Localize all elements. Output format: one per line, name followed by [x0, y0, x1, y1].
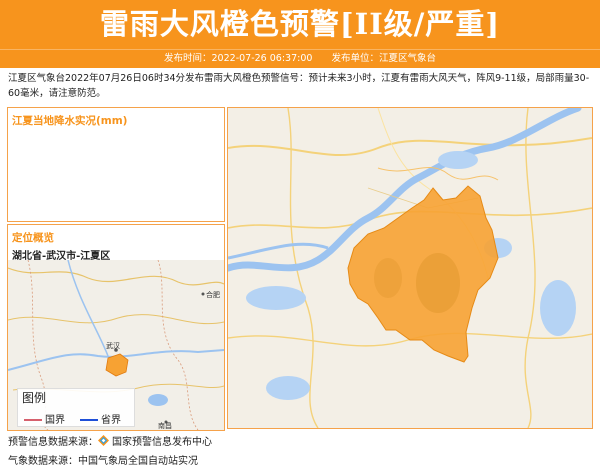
map-label-hefei: 合肥: [206, 290, 220, 299]
rain-panel-title: 江夏当地降水实况(mm): [12, 115, 128, 127]
legend-item-national-border: 国界: [24, 411, 65, 426]
legend-item-provincial-border: 省界: [80, 411, 121, 426]
district-map[interactable]: [228, 108, 592, 428]
warning-banner: 雷雨大风橙色预警[II级/严重]: [0, 0, 600, 49]
page-title: 雷雨大风橙色预警[II级/严重]: [99, 7, 501, 41]
warning-source-prefix: 预警信息数据来源：: [8, 437, 98, 448]
location-overview-panel: 定位概览 湖北省-武汉市-江夏区 武汉 合肥 南昌 图例 国界 省界: [7, 224, 225, 431]
warning-description: 江夏区气象台2022年07月26日06时34分发布雷雨大风橙色预警信号：预计未来…: [8, 73, 590, 99]
publish-meta: 发布时间：2022-07-26 06:37:00 发布单位：江夏区气象台: [0, 49, 600, 68]
national-border-line-icon: [24, 419, 42, 421]
location-panel-title: 定位概览: [12, 232, 54, 244]
rain-panel: 江夏当地降水实况(mm): [7, 107, 225, 222]
map-label-nanchang: 南昌: [158, 421, 172, 430]
provincial-border-line-icon: [80, 419, 98, 421]
legend-title: 图例: [22, 391, 47, 405]
weather-source: 气象数据来源：中国气象局全国自动站实况: [8, 456, 198, 467]
publish-unit: 发布单位：江夏区气象台: [331, 53, 436, 64]
publish-time: 发布时间：2022-07-26 06:37:00: [164, 53, 313, 64]
map-label-wuhan: 武汉: [106, 341, 120, 350]
map-legend: 图例 国界 省界: [17, 388, 135, 427]
warning-source-link[interactable]: 国家预警信息发布中心: [112, 437, 212, 448]
diamond-logo-icon: [98, 435, 109, 446]
warning-source: 预警信息数据来源： 国家预警信息发布中心: [8, 433, 212, 448]
warning-area-map[interactable]: [227, 107, 593, 429]
